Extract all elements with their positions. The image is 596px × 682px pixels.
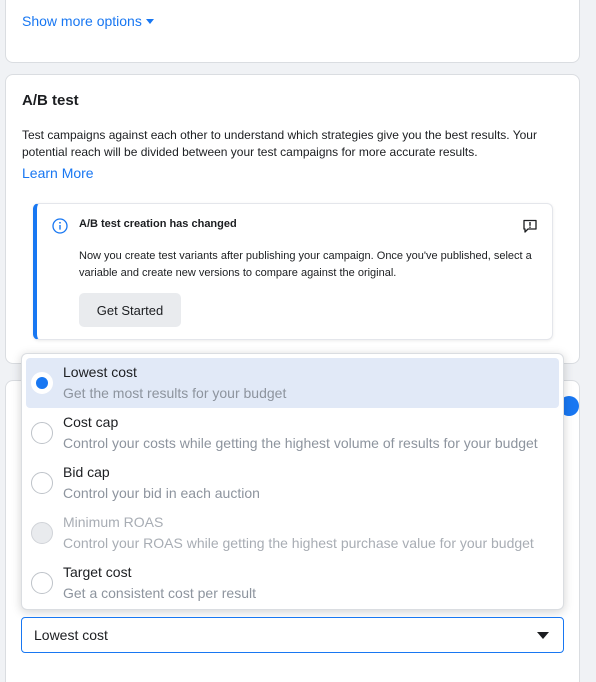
option-title: Bid cap — [63, 464, 110, 480]
notice-body: Now you create test variants after publi… — [79, 250, 532, 279]
option-title: Lowest cost — [63, 364, 137, 380]
radio-button — [31, 522, 53, 544]
option-subtitle: Control your bid in each auction — [63, 485, 260, 501]
ab-test-notice: A/B test creation has changed Now you cr… — [33, 203, 553, 340]
get-started-button[interactable]: Get Started — [79, 293, 181, 327]
option-cost-cap[interactable]: Cost cap Control your costs while gettin… — [26, 408, 559, 458]
ab-test-description: Test campaigns against each other to und… — [22, 128, 537, 159]
show-more-options-link[interactable]: Show more options — [22, 13, 154, 29]
option-title: Cost cap — [63, 414, 119, 430]
learn-more-link[interactable]: Learn More — [22, 165, 94, 181]
info-icon — [52, 218, 68, 234]
select-value: Lowest cost — [34, 627, 108, 643]
option-subtitle: Get the most results for your budget — [63, 385, 287, 401]
caret-down-icon — [145, 18, 154, 24]
option-title: Target cost — [63, 564, 132, 580]
notice-title: A/B test creation has changed — [79, 218, 237, 230]
option-subtitle: Control your costs while getting the hig… — [63, 435, 538, 451]
radio-button[interactable] — [31, 422, 53, 444]
ab-test-card: A/B test Test campaigns against each oth… — [5, 74, 580, 364]
advanced-options-card: Show more options — [5, 0, 580, 63]
option-minimum-roas: Minimum ROAS Control your ROAS while get… — [26, 508, 559, 558]
show-more-options-label: Show more options — [22, 13, 142, 29]
option-subtitle: Get a consistent cost per result — [63, 585, 256, 601]
bid-strategy-select[interactable]: Lowest cost — [21, 617, 564, 653]
radio-button[interactable] — [31, 572, 53, 594]
option-title: Minimum ROAS — [63, 514, 164, 530]
chevron-down-icon — [537, 632, 549, 639]
feedback-icon[interactable] — [522, 218, 538, 234]
option-bid-cap[interactable]: Bid cap Control your bid in each auction — [26, 458, 559, 508]
option-lowest-cost[interactable]: Lowest cost Get the most results for you… — [26, 358, 559, 408]
radio-button[interactable] — [31, 372, 53, 394]
bid-strategy-dropdown-menu: Lowest cost Get the most results for you… — [21, 353, 564, 610]
radio-button[interactable] — [31, 472, 53, 494]
option-subtitle: Control your ROAS while getting the high… — [63, 535, 534, 551]
ab-test-title: A/B test — [22, 92, 79, 109]
option-target-cost[interactable]: Target cost Get a consistent cost per re… — [26, 558, 559, 608]
